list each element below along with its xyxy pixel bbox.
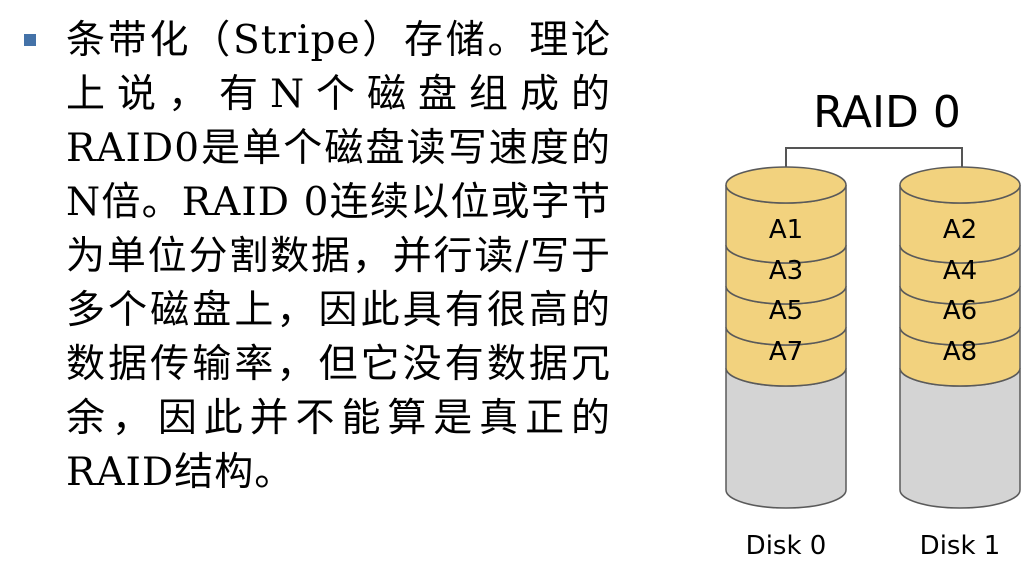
disk-1-block-label-4: A8 bbox=[943, 337, 977, 367]
disk-0-block-label-4: A7 bbox=[769, 337, 803, 367]
raid0-diagram: RAID 0 A1 A3 A5 A7 Disk 0 A2 A4 A6 A8 Di… bbox=[700, 70, 1031, 575]
disk-0-body-empty bbox=[725, 367, 847, 509]
disk-1-block-label-2: A4 bbox=[943, 256, 977, 286]
disk-0-label: Disk 0 bbox=[746, 531, 827, 561]
disk-0-block-label-2: A3 bbox=[769, 256, 803, 286]
diagram-title: RAID 0 bbox=[813, 87, 961, 138]
disk-0-block-label-3: A5 bbox=[769, 296, 803, 326]
disk-1-label: Disk 1 bbox=[920, 531, 1001, 561]
disk-1-block-label-3: A6 bbox=[943, 296, 977, 326]
disk-0-block-label-1: A1 bbox=[769, 215, 803, 245]
bullet-square-icon bbox=[24, 34, 36, 46]
disk-0: A1 A3 A5 A7 Disk 0 bbox=[725, 166, 847, 561]
disk-1: A2 A4 A6 A8 Disk 1 bbox=[899, 166, 1021, 561]
disk-1-body-empty bbox=[899, 367, 1021, 509]
disk-1-top bbox=[899, 166, 1021, 204]
disk-0-top bbox=[725, 166, 847, 204]
bullet-text: 条带化（Stripe）存储。理论上说，有N个磁盘组成的RAID0是单个磁盘读写速… bbox=[66, 18, 611, 495]
disk-1-block-label-1: A2 bbox=[943, 215, 977, 245]
slide: 条带化（Stripe）存储。理论上说，有N个磁盘组成的RAID0是单个磁盘读写速… bbox=[0, 0, 1031, 575]
